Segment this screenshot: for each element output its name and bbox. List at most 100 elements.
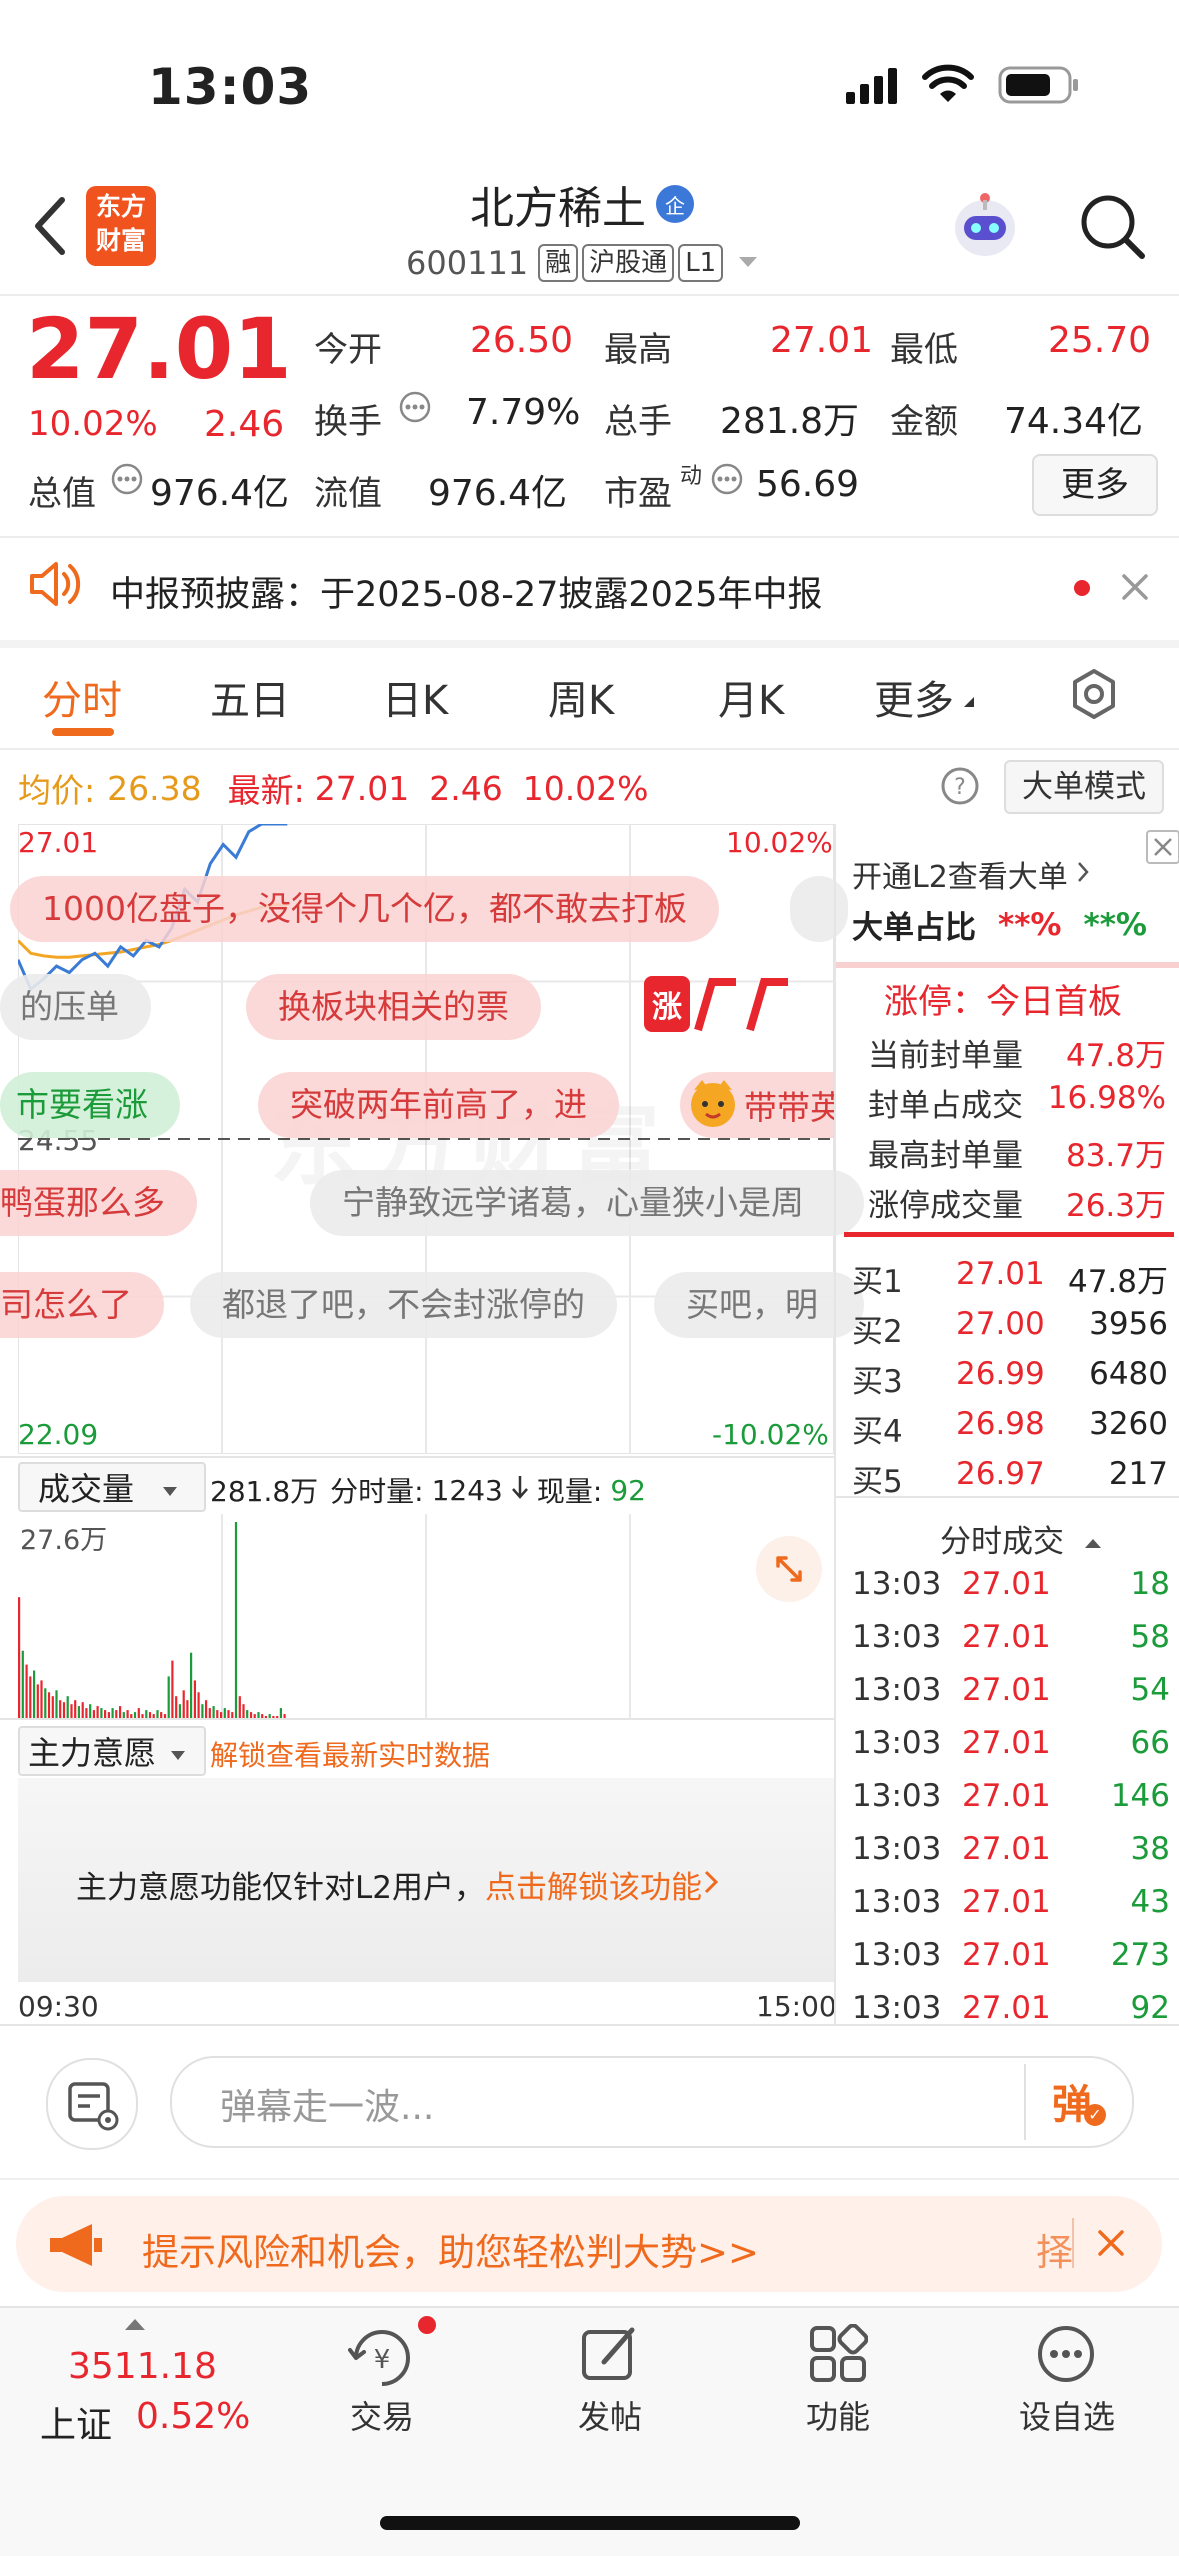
order-book-row[interactable]: 买3 26.99 6480 — [852, 1356, 1172, 1401]
volume-bar — [47, 1692, 51, 1720]
info-dots-icon[interactable] — [710, 462, 744, 500]
danmaku-bubble[interactable]: 司怎么了 — [0, 1272, 164, 1338]
close-icon[interactable] — [1096, 2228, 1126, 2262]
trade-qty: 92 — [1130, 1990, 1170, 2026]
trade-qty: 38 — [1130, 1831, 1170, 1867]
latest-label: 最新: — [227, 771, 305, 810]
trade-price: 27.01 — [962, 1937, 1051, 1973]
index-name[interactable]: 上证 — [40, 2396, 112, 2448]
info-dots-icon[interactable] — [110, 462, 144, 500]
compose-icon[interactable] — [580, 2324, 640, 2388]
nav-function[interactable]: 功能 — [778, 2392, 898, 2438]
order-book-row[interactable]: 买1 27.01 47.8万 — [852, 1256, 1172, 1301]
volume-chart[interactable] — [18, 1514, 834, 1720]
index-percent[interactable]: 0.52% — [136, 2396, 250, 2437]
latest-percent: 10.02% — [522, 768, 649, 808]
trade-row: 13:03 27.01 92 — [852, 1990, 1170, 2026]
chevron-down-icon[interactable] — [737, 254, 759, 273]
danmaku-bubble-with-avatar[interactable]: 带带英 — [680, 1072, 836, 1138]
volume-selector[interactable]: 成交量 — [18, 1462, 206, 1512]
main-force-selector[interactable]: 主力意愿 — [18, 1726, 206, 1776]
more-button[interactable]: 更多 — [1032, 454, 1158, 516]
volume-bar — [182, 1690, 185, 1720]
right-bottom-label: -10.02% — [712, 1418, 829, 1451]
nav-trade[interactable]: 交易 — [322, 2392, 442, 2438]
info-dots-icon[interactable] — [398, 390, 432, 428]
danmaku-settings-icon[interactable] — [46, 2058, 138, 2150]
x-end-label: 15:00 — [756, 1990, 837, 2023]
danmaku-bubble[interactable]: 宁静致远学诸葛，心量狭小是周 — [310, 1170, 864, 1236]
nav-post[interactable]: 发帖 — [550, 2392, 670, 2438]
danmaku-bubble[interactable]: 的压单 — [0, 974, 151, 1040]
trade-price: 27.01 — [962, 1725, 1051, 1761]
trade-time: 13:03 — [852, 1937, 942, 1973]
tab-more[interactable]: 更多 — [874, 668, 954, 726]
tab-daily-k[interactable]: 日K — [382, 668, 448, 726]
close-icon[interactable] — [1146, 830, 1179, 864]
danmaku-bubble[interactable]: 市要看涨 — [0, 1072, 180, 1138]
triangle-icon — [962, 694, 976, 713]
notice-text[interactable]: 中报预披露：于2025-08-27披露2025年中报 — [110, 566, 822, 617]
l2-big-order-link[interactable]: 开通L2查看大单 — [852, 852, 1090, 896]
back-icon[interactable] — [30, 196, 70, 260]
danmaku-bubble[interactable]: 鸭蛋那么多 — [0, 1170, 197, 1236]
unlock-data-link[interactable]: 解锁查看最新实时数据 — [210, 1734, 490, 1774]
more-dots-icon[interactable] — [1036, 2324, 1096, 2388]
grid-icon[interactable] — [808, 2323, 869, 2388]
float-cap-value: 976.4亿 — [428, 473, 568, 514]
danmaku-bubble[interactable]: 突破两年前高了，进 — [258, 1072, 619, 1138]
stock-code: 600111 — [406, 244, 529, 282]
danmaku-bubble[interactable]: 1000亿盘子，没得个几个亿，都不敢去打板 — [10, 876, 719, 942]
danmaku-bubble[interactable]: 买吧，明 — [654, 1272, 864, 1338]
stock-title: 北方稀土 企 — [470, 172, 694, 236]
limit-row-value: 47.8万 — [1065, 1038, 1166, 1074]
danmaku-bubble-partial[interactable] — [790, 876, 848, 942]
index-value[interactable]: 3511.18 — [68, 2346, 217, 2387]
unlock-feature-link[interactable]: 点击解锁该功能 — [485, 1862, 702, 1907]
limit-row-label: 当前封单量 — [868, 1038, 1023, 1074]
trade-row: 13:03 27.01 66 — [852, 1725, 1170, 1761]
x-start-label: 09:30 — [18, 1990, 99, 2023]
order-qty: 3956 — [1089, 1306, 1168, 1342]
danmaku-bubble[interactable]: 都退了吧，不会封涨停的 — [190, 1272, 617, 1338]
danmaku-input[interactable]: 弹幕走一波... 弹 ✓ — [170, 2056, 1134, 2148]
trade-row: 13:03 27.01 43 — [852, 1884, 1170, 1920]
trade-icon[interactable]: ¥ — [348, 2324, 416, 2394]
volume-bar — [40, 1680, 43, 1720]
volume-value: 281.8万 — [720, 401, 860, 442]
promo-banner[interactable]: 提示风险和机会，助您轻松判大势>> 择 — [16, 2196, 1162, 2292]
volume-bar — [193, 1680, 196, 1720]
search-icon[interactable] — [1080, 194, 1146, 264]
big-order-mode-button[interactable]: 大单模式 — [1004, 760, 1164, 814]
tab-five-day[interactable]: 五日 — [210, 668, 290, 726]
help-icon[interactable]: ? — [940, 766, 980, 810]
chevron-right-icon — [1076, 857, 1090, 892]
volume-bar — [25, 1664, 28, 1720]
close-icon[interactable] — [1120, 572, 1150, 606]
tab-monthly-k[interactable]: 月K — [718, 668, 784, 726]
gear-icon[interactable] — [1068, 668, 1120, 724]
trade-qty: 273 — [1110, 1937, 1170, 1973]
limit-row-value: 26.3万 — [1065, 1188, 1166, 1224]
order-book-row[interactable]: 买2 27.00 3956 — [852, 1306, 1172, 1351]
volume-total: 281.8万 — [210, 1475, 319, 1508]
tab-weekly-k[interactable]: 周K — [548, 668, 614, 726]
volume-bar — [66, 1696, 69, 1720]
order-book-row[interactable]: 买5 26.97 217 — [852, 1456, 1172, 1501]
nav-watchlist[interactable]: 设自选 — [1002, 2392, 1132, 2438]
danmaku-bubble[interactable]: 换板块相关的票 — [246, 974, 541, 1040]
app-logo: 东方 财富 — [86, 186, 156, 266]
float-cap-label: 流值 — [314, 474, 382, 514]
tab-intraday[interactable]: 分时 — [42, 668, 122, 726]
robot-assistant-icon[interactable] — [950, 190, 1020, 266]
trades-header[interactable]: 分时成交 — [940, 1516, 1102, 1561]
trade-time: 13:03 — [852, 1831, 942, 1867]
open-label: 今开 — [314, 330, 382, 370]
order-book-row[interactable]: 买4 26.98 3260 — [852, 1406, 1172, 1451]
high-value: 27.01 — [770, 320, 874, 361]
home-indicator — [380, 2516, 800, 2530]
trade-time: 13:03 — [852, 1778, 942, 1814]
volume-bar — [33, 1670, 36, 1720]
now-volume-label: 现量: — [536, 1475, 603, 1508]
expand-icon[interactable] — [756, 1536, 822, 1602]
